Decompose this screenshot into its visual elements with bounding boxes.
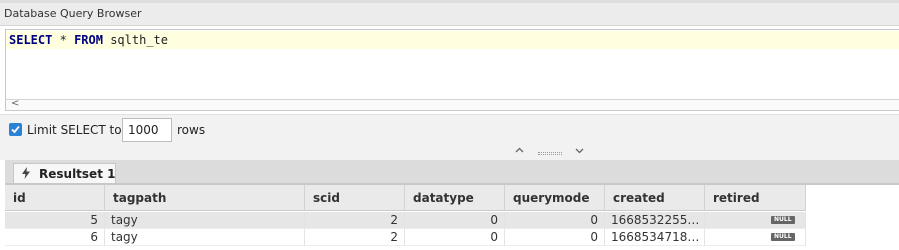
column-header-retired[interactable]: retired bbox=[705, 185, 806, 211]
limit-bar: Limit SELECT to: 1000 rows bbox=[0, 114, 899, 146]
null-badge: NULL bbox=[771, 233, 795, 241]
keyword-from: FROM bbox=[74, 33, 103, 47]
cell-querymode[interactable]: 0 bbox=[505, 212, 605, 229]
column-header-datatype[interactable]: datatype bbox=[405, 185, 505, 211]
cell-tagpath[interactable]: tagy bbox=[105, 229, 305, 246]
cell-retired[interactable]: NULL bbox=[705, 212, 806, 229]
limit-select-checkbox[interactable] bbox=[9, 123, 22, 136]
cell-datatype[interactable]: 0 bbox=[405, 229, 505, 246]
tab-label: Resultset 1 bbox=[39, 167, 116, 181]
chevron-up-icon[interactable] bbox=[515, 146, 524, 158]
column-header-created[interactable]: created bbox=[605, 185, 705, 211]
column-header-label: tagpath bbox=[113, 191, 167, 205]
editor-horizontal-scrollbar[interactable]: < bbox=[6, 98, 899, 110]
cell-id[interactable]: 6 bbox=[5, 229, 105, 246]
scroll-left-icon[interactable]: < bbox=[11, 98, 19, 109]
column-header-label: querymode bbox=[513, 191, 590, 205]
column-header-querymode[interactable]: querymode bbox=[505, 185, 605, 211]
table-name: sqlth_te bbox=[110, 33, 168, 47]
cell-querymode[interactable]: 0 bbox=[505, 229, 605, 246]
sql-query-text[interactable]: SELECT * FROM sqlth_te bbox=[9, 33, 168, 47]
cell-scid[interactable]: 2 bbox=[305, 212, 405, 229]
cell-scid[interactable]: 2 bbox=[305, 229, 405, 246]
checkmark-icon bbox=[11, 125, 20, 134]
results-table: id tagpath scid datatype querymode creat… bbox=[5, 185, 899, 250]
cell-created[interactable]: 1668534718… bbox=[605, 229, 705, 246]
rows-label: rows bbox=[177, 123, 206, 137]
null-badge: NULL bbox=[771, 216, 795, 224]
limit-select-label: Limit SELECT to: bbox=[27, 123, 126, 137]
cell-created[interactable]: 1668532255… bbox=[605, 212, 705, 229]
tab-resultset-1[interactable]: Resultset 1 bbox=[13, 163, 116, 184]
cell-tagpath[interactable]: tagy bbox=[105, 212, 305, 229]
window-title: Database Query Browser bbox=[4, 7, 142, 20]
splitter-grip[interactable] bbox=[538, 152, 562, 155]
sql-editor[interactable]: SELECT * FROM sqlth_te < bbox=[5, 29, 899, 111]
bolt-icon bbox=[21, 167, 31, 182]
panel-splitter[interactable] bbox=[0, 146, 899, 160]
select-star: * bbox=[59, 33, 67, 47]
result-tabstrip: Resultset 1 bbox=[5, 160, 899, 184]
cell-id[interactable]: 5 bbox=[5, 212, 105, 229]
chevron-down-icon[interactable] bbox=[575, 146, 584, 158]
column-header-tagpath[interactable]: tagpath bbox=[105, 185, 305, 211]
cell-datatype[interactable]: 0 bbox=[405, 212, 505, 229]
window-edge bbox=[0, 0, 899, 3]
window-titlebar: Database Query Browser bbox=[0, 0, 899, 26]
limit-rows-input[interactable]: 1000 bbox=[122, 118, 172, 142]
column-header-label: scid bbox=[313, 191, 340, 205]
column-header-scid[interactable]: scid bbox=[305, 185, 405, 211]
cell-retired[interactable]: NULL bbox=[705, 229, 806, 246]
column-header-label: retired bbox=[713, 191, 760, 205]
column-header-label: datatype bbox=[413, 191, 474, 205]
column-header-label: created bbox=[613, 191, 665, 205]
column-header-label: id bbox=[13, 191, 26, 205]
keyword-select: SELECT bbox=[9, 33, 53, 47]
column-header-id[interactable]: id bbox=[5, 185, 105, 211]
